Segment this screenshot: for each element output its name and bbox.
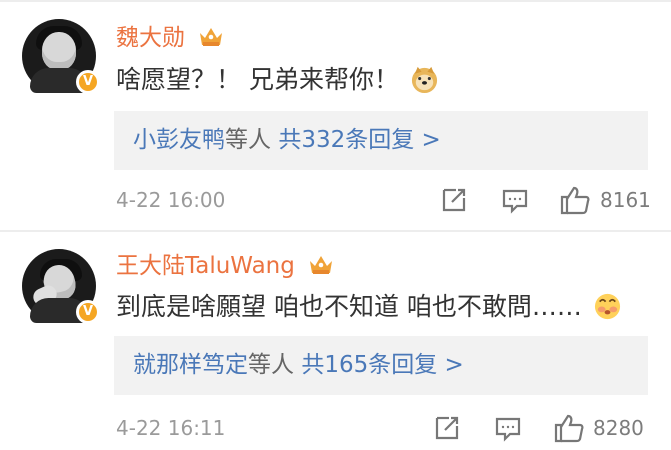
avatar-face bbox=[42, 32, 76, 70]
reply-count-link[interactable]: 共332条回复 > bbox=[278, 127, 440, 153]
crown-badge-icon bbox=[310, 256, 333, 274]
comment-text-content: 到底是啥願望 咱也不知道 咱也不敢問…… bbox=[116, 292, 582, 321]
reply-names[interactable]: 就那样笃定 bbox=[133, 352, 248, 378]
like-count: 8161 bbox=[600, 188, 651, 212]
share-icon[interactable] bbox=[433, 414, 461, 442]
comment-text-content: 啥愿望？！ 兄弟来帮你！ bbox=[116, 65, 399, 94]
like-icon[interactable] bbox=[553, 412, 585, 444]
author-name[interactable]: 魏大勋 bbox=[116, 24, 224, 52]
shy-emoji bbox=[594, 293, 620, 320]
reply-preview[interactable]: 就那样笃定等人 共165条回复 > bbox=[114, 336, 648, 395]
comment-icon[interactable] bbox=[501, 186, 529, 214]
reply-names[interactable]: 小彭友鸭 bbox=[133, 127, 225, 153]
avatar[interactable]: V bbox=[22, 19, 100, 94]
comment-text: 啥愿望？！ 兄弟来帮你！ bbox=[116, 64, 439, 96]
author-name[interactable]: 王大陆TaluWang bbox=[116, 252, 334, 280]
like-icon[interactable] bbox=[559, 184, 591, 216]
share-icon[interactable] bbox=[440, 186, 468, 214]
like-count: 8280 bbox=[593, 416, 644, 440]
doge-emoji bbox=[411, 66, 437, 94]
avatar[interactable]: V bbox=[22, 249, 100, 324]
timestamp: 4-22 16:11 bbox=[116, 416, 226, 440]
reply-suffix: 等人 bbox=[225, 127, 271, 153]
comment-text: 到底是啥願望 咱也不知道 咱也不敢問…… bbox=[116, 291, 622, 323]
verified-badge-icon: V bbox=[76, 300, 100, 324]
reply-preview-text[interactable]: 小彭友鸭等人 共332条回复 > bbox=[133, 111, 441, 170]
reply-preview[interactable]: 小彭友鸭等人 共332条回复 > bbox=[114, 111, 648, 170]
comment-item: V 魏大勋 啥愿望？！ 兄弟来帮你！ 小彭友鸭等人 共332条回复 > 4-22… bbox=[0, 0, 671, 228]
comment-icon[interactable] bbox=[494, 414, 522, 442]
timestamp: 4-22 16:00 bbox=[116, 188, 226, 212]
verified-badge-icon: V bbox=[76, 70, 100, 94]
crown-badge-icon bbox=[200, 28, 223, 46]
comment-item: V 王大陆TaluWang 到底是啥願望 咱也不知道 咱也不敢問…… 就那样笃定… bbox=[0, 232, 671, 450]
reply-suffix: 等人 bbox=[248, 352, 294, 378]
author-name-text[interactable]: 魏大勋 bbox=[116, 25, 185, 51]
reply-preview-text[interactable]: 就那样笃定等人 共165条回复 > bbox=[133, 336, 464, 395]
reply-count-link[interactable]: 共165条回复 > bbox=[301, 352, 463, 378]
author-name-text[interactable]: 王大陆TaluWang bbox=[116, 253, 295, 279]
